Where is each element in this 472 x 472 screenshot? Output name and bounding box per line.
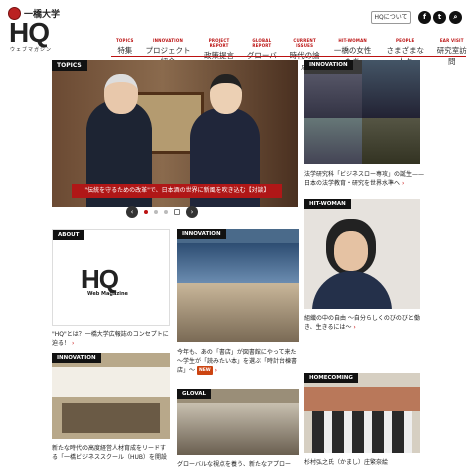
hero-face-left [104, 74, 138, 114]
photo-panel [362, 60, 420, 118]
about-hq-sub: Web Magazine [87, 291, 128, 297]
slider-prev-icon[interactable]: ‹ [126, 206, 138, 218]
classroom-desks [62, 403, 160, 433]
card-hit-woman-text[interactable]: 組織の中の自由 ～自分らしくのびのびと働き、生きるには～ › [304, 314, 424, 332]
card-hit-woman[interactable]: HIT-WOMAN [304, 199, 420, 309]
chevron-right-icon: › [401, 180, 405, 187]
card-about-text[interactable]: "HQ"とは？一橋大学広報誌のコンセプトに迫る！ › [52, 330, 170, 348]
building-photo [304, 387, 420, 411]
card-tag: INNOVATION [52, 353, 101, 363]
slider-controls: ‹ › [126, 206, 198, 218]
search-icon[interactable]: ⌕ [449, 11, 462, 24]
card-global-text[interactable]: グローバルな視点を養う、新たなアプロー [177, 460, 301, 469]
card-tag: INNOVATION [177, 229, 226, 239]
card-innovation-bottom[interactable]: INNOVATION [52, 353, 170, 439]
photo-panel [362, 118, 420, 164]
hero-face-right [210, 74, 242, 114]
portrait-body [312, 271, 392, 309]
slider-next-icon[interactable]: › [186, 206, 198, 218]
classroom-ceiling [52, 367, 170, 397]
card-tag: HIT-WOMAN [304, 199, 351, 209]
card-innovation-mid-text[interactable]: 今年も、あの「書店」が図書館にやって来た～学生が「読みたい本」を選ぶ「時計台棟書… [177, 348, 301, 375]
card-global[interactable]: GLOVAL [177, 389, 299, 455]
hq-logo[interactable]: HQ [9, 19, 50, 47]
hero-caption[interactable]: "伝統を守るための改革"で、日本酒の世界に新風を吹き込む【対談】 [72, 184, 282, 198]
bookstore-photo-top [177, 243, 299, 283]
chevron-right-icon: › [214, 367, 218, 374]
hero-category-tag: TOPICS [52, 60, 87, 71]
slider-dot[interactable] [144, 210, 148, 214]
nav-ear-visit[interactable]: EAR VISIT 研究室訪問 [432, 38, 472, 72]
card-tag: ABOUT [53, 230, 85, 240]
facebook-icon[interactable]: f [418, 11, 431, 24]
twitter-icon[interactable]: t [433, 11, 446, 24]
card-innovation-mid[interactable]: INNOVATION [177, 229, 299, 342]
people-photo [312, 411, 412, 453]
card-about[interactable]: ABOUT HQ Web Magazine [52, 229, 170, 326]
photo-panel [304, 118, 362, 164]
slider-dot[interactable] [164, 210, 168, 214]
portrait-face [334, 231, 368, 271]
group-photo [177, 403, 299, 455]
card-innovation-top[interactable]: INNOVATION [304, 60, 420, 164]
card-tag: GLOVAL [177, 389, 211, 399]
card-tag: INNOVATION [304, 60, 353, 70]
slider-pause-icon[interactable] [174, 209, 180, 215]
card-tag: HOMECOMING [304, 373, 358, 383]
header: 一橋大学 HQ ウェブマガジン HQについて f t ⌕ TOPICS 特集 IN… [0, 0, 472, 71]
slider-dot[interactable] [154, 210, 158, 214]
bookstore-photo-bottom [177, 283, 299, 342]
photo-panel [304, 74, 362, 118]
card-homecoming[interactable]: HOMECOMING [304, 373, 420, 453]
hq-logo-sub: ウェブマガジン [10, 47, 53, 53]
card-innovation-top-text[interactable]: 法学研究科「ビジネスロー専攻」の誕生——日本の法学教育・研究を世界水準へ › [304, 170, 424, 188]
about-hq-button[interactable]: HQについて [371, 11, 411, 24]
card-innovation-bottom-text[interactable]: 新たな時代の高度経営人材育成をリードする「一橋ビジネススクール（HUB）を開設 [52, 444, 170, 462]
chevron-right-icon: › [71, 340, 75, 347]
hero-slide[interactable]: TOPICS "伝統を守るための改革"で、日本酒の世界に新風を吹き込む【対談】 [52, 60, 298, 207]
nav-divider [111, 56, 466, 57]
card-homecoming-text[interactable]: 杉村弘之氏（かまし）庄繁奈絵 [304, 458, 424, 467]
chevron-right-icon: › [353, 324, 356, 331]
new-badge: NEW [196, 366, 213, 375]
